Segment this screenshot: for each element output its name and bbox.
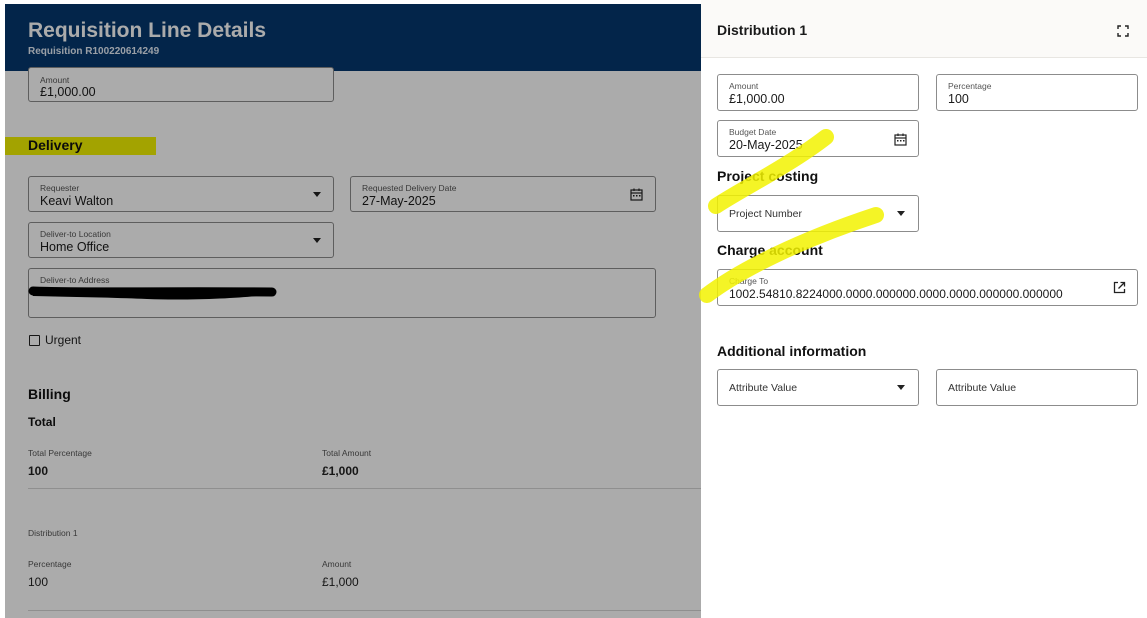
charge-to-field[interactable]: Charge To 1002.54810.8224000.0000.000000… [717,269,1138,306]
total-title: Total [28,415,56,429]
total-percentage-label: Total Percentage [28,448,92,458]
total-amount-value: £1,000 [322,464,359,478]
drawer-percentage-value: 100 [948,92,969,106]
distribution-percentage-label: Percentage [28,559,72,569]
charge-account-title: Charge account [717,242,823,258]
page-title: Requisition Line Details [28,19,267,42]
budget-date-value: 20-May-2025 [729,138,803,152]
delivery-title: Delivery [28,137,83,153]
billing-title: Billing [28,386,71,402]
drawer-amount-value: £1,000.00 [729,92,785,106]
requested-delivery-date-value: 27-May-2025 [362,194,436,208]
project-costing-title: Project costing [717,168,819,184]
expand-icon[interactable] [1116,24,1130,38]
attribute-value-placeholder-1: Attribute Value [729,381,798,394]
deliver-to-location-select[interactable]: Deliver-to Location Home Office [28,222,334,258]
requested-delivery-date-field[interactable]: Requested Delivery Date 27-May-2025 [350,176,656,212]
chevron-down-icon [897,211,905,216]
calendar-icon[interactable] [894,133,907,146]
additional-information-title: Additional information [717,343,867,359]
deliver-to-location-label: Deliver-to Location [40,229,111,239]
deliver-to-location-value: Home Office [40,240,110,254]
page-header: Requisition Line Details Requisition R10… [5,4,701,71]
requester-label: Requester [40,183,80,193]
drawer-percentage-field[interactable]: Percentage 100 [936,74,1138,111]
project-number-select[interactable]: Project Number [717,195,919,232]
distribution-drawer: Distribution 1 Amount £1,000.00 Percenta… [701,0,1147,618]
billing-divider [28,488,701,489]
drawer-title: Distribution 1 [717,22,808,38]
distribution-percentage-value: 100 [28,575,49,589]
urgent-checkbox[interactable] [29,335,40,346]
total-amount-label: Total Amount [322,448,372,458]
project-number-placeholder: Project Number [729,207,802,220]
redaction-scribble [28,286,277,300]
total-percentage-value: 100 [28,464,49,478]
attribute-value-placeholder-2: Attribute Value [948,381,1017,394]
distribution-divider [28,610,701,611]
chevron-down-icon [897,385,905,390]
charge-to-label: Charge To [729,276,769,286]
drawer-amount-field[interactable]: Amount £1,000.00 [717,74,919,111]
budget-date-field[interactable]: Budget Date 20-May-2025 [717,120,919,157]
attribute-value-field[interactable]: Attribute Value [936,369,1138,406]
page-subtitle: Requisition R100220614249 [28,46,160,57]
chevron-down-icon [313,192,321,197]
requester-value: Keavi Walton [40,194,114,208]
external-link-icon[interactable] [1113,281,1126,294]
calendar-icon[interactable] [630,188,643,201]
distribution-amount-label: Amount [322,559,352,569]
urgent-label: Urgent [45,333,82,347]
requisition-line-page: Requisition Line Details Requisition R10… [5,4,701,618]
attribute-value-select[interactable]: Attribute Value [717,369,919,406]
chevron-down-icon [313,238,321,243]
budget-date-label: Budget Date [729,127,777,137]
line-amount-value: £1,000.00 [40,85,96,99]
requester-select[interactable]: Requester Keavi Walton [28,176,334,212]
line-amount-label: Amount [40,75,70,85]
requested-delivery-date-label: Requested Delivery Date [362,183,457,193]
line-amount-field[interactable]: Amount £1,000.00 [28,67,334,102]
distribution-amount-value: £1,000 [322,575,359,589]
charge-to-value: 1002.54810.8224000.0000.000000.0000.0000… [729,287,1063,301]
distribution-label[interactable]: Distribution 1 [28,528,78,538]
drawer-amount-label: Amount [729,81,759,91]
drawer-percentage-label: Percentage [948,81,992,91]
